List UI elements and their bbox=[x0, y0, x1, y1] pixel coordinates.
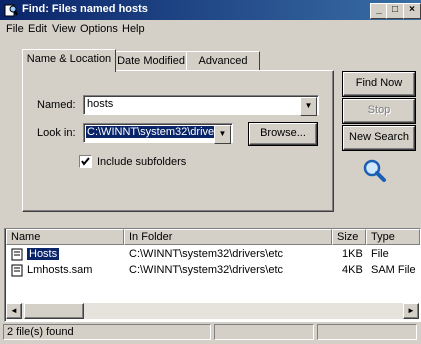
status-bar: 2 file(s) found bbox=[0, 322, 421, 344]
menu-edit[interactable]: Edit bbox=[28, 23, 47, 35]
results-list[interactable]: Name In Folder Size Type Hosts C:\WINNT\… bbox=[4, 228, 421, 322]
menu-bar: File Edit View Options Help bbox=[0, 21, 421, 39]
result-folder: C:\WINNT\system32\drivers\etc bbox=[129, 264, 284, 276]
scroll-left-arrow-icon[interactable]: ◄ bbox=[6, 303, 22, 319]
menu-options[interactable]: Options bbox=[80, 23, 118, 35]
file-icon bbox=[11, 248, 23, 261]
tab-name-location[interactable]: Name & Location bbox=[22, 49, 116, 72]
result-row[interactable]: Lmhosts.sam C:\WINNT\system32\drivers\et… bbox=[5, 263, 419, 279]
result-type: File bbox=[371, 248, 389, 260]
new-search-button[interactable]: New Search bbox=[343, 126, 415, 150]
result-name: Lmhosts.sam bbox=[27, 264, 93, 276]
title-bar[interactable]: Find: Files named hosts _ □ × bbox=[0, 0, 421, 20]
tab-date-modified[interactable]: Date Modified bbox=[114, 51, 188, 71]
result-row[interactable]: Hosts C:\WINNT\system32\drivers\etc 1KB … bbox=[5, 247, 419, 263]
result-type: SAM File bbox=[371, 264, 416, 276]
status-text: 2 file(s) found bbox=[3, 324, 211, 340]
result-name: Hosts bbox=[27, 248, 60, 260]
column-header-name[interactable]: Name bbox=[6, 229, 124, 245]
result-size: 1KB bbox=[342, 248, 363, 260]
scroll-thumb[interactable] bbox=[24, 303, 84, 319]
result-folder: C:\WINNT\system32\drivers\etc bbox=[129, 248, 284, 260]
close-button[interactable]: × bbox=[403, 3, 421, 19]
lookin-value: C:\WINNT\system32\drivers\etc bbox=[86, 126, 216, 138]
chevron-down-icon[interactable]: ▼ bbox=[214, 125, 231, 144]
status-segment bbox=[214, 324, 314, 340]
scroll-right-arrow-icon[interactable]: ► bbox=[403, 303, 419, 319]
column-header-size[interactable]: Size bbox=[332, 229, 366, 245]
status-segment bbox=[317, 324, 417, 340]
horizontal-scrollbar[interactable]: ◄ ► bbox=[6, 303, 419, 319]
column-header-type[interactable]: Type bbox=[366, 229, 420, 245]
browse-button[interactable]: Browse... bbox=[249, 123, 317, 145]
magnifier-icon bbox=[363, 159, 386, 182]
menu-help[interactable]: Help bbox=[122, 23, 145, 35]
include-subfolders-checkbox[interactable] bbox=[79, 155, 92, 168]
named-label: Named: bbox=[37, 99, 76, 111]
tab-advanced[interactable]: Advanced bbox=[186, 51, 260, 71]
tab-strip: Name & Location Date Modified Advanced bbox=[22, 49, 282, 72]
stop-button[interactable]: Stop bbox=[343, 99, 415, 123]
menu-view[interactable]: View bbox=[52, 23, 76, 35]
lookin-combo[interactable]: C:\WINNT\system32\drivers\etc ▼ bbox=[83, 123, 233, 144]
maximize-button[interactable]: □ bbox=[386, 3, 404, 19]
find-now-button[interactable]: Find Now bbox=[343, 72, 415, 96]
result-size: 4KB bbox=[342, 264, 363, 276]
include-subfolders-label[interactable]: Include subfolders bbox=[97, 156, 186, 168]
named-value: hosts bbox=[87, 98, 114, 110]
find-window-icon bbox=[4, 4, 18, 17]
column-header-folder[interactable]: In Folder bbox=[124, 229, 332, 245]
lookin-label: Look in: bbox=[37, 127, 76, 139]
file-icon bbox=[11, 264, 23, 277]
tab-panel: Named: hosts ▼ Look in: C:\WINNT\system3… bbox=[22, 70, 334, 212]
chevron-down-icon[interactable]: ▼ bbox=[300, 97, 317, 116]
window-title: Find: Files named hosts bbox=[22, 3, 148, 15]
named-combo[interactable]: hosts ▼ bbox=[83, 95, 319, 116]
checkmark-icon bbox=[81, 157, 90, 166]
menu-file[interactable]: File bbox=[6, 23, 24, 35]
